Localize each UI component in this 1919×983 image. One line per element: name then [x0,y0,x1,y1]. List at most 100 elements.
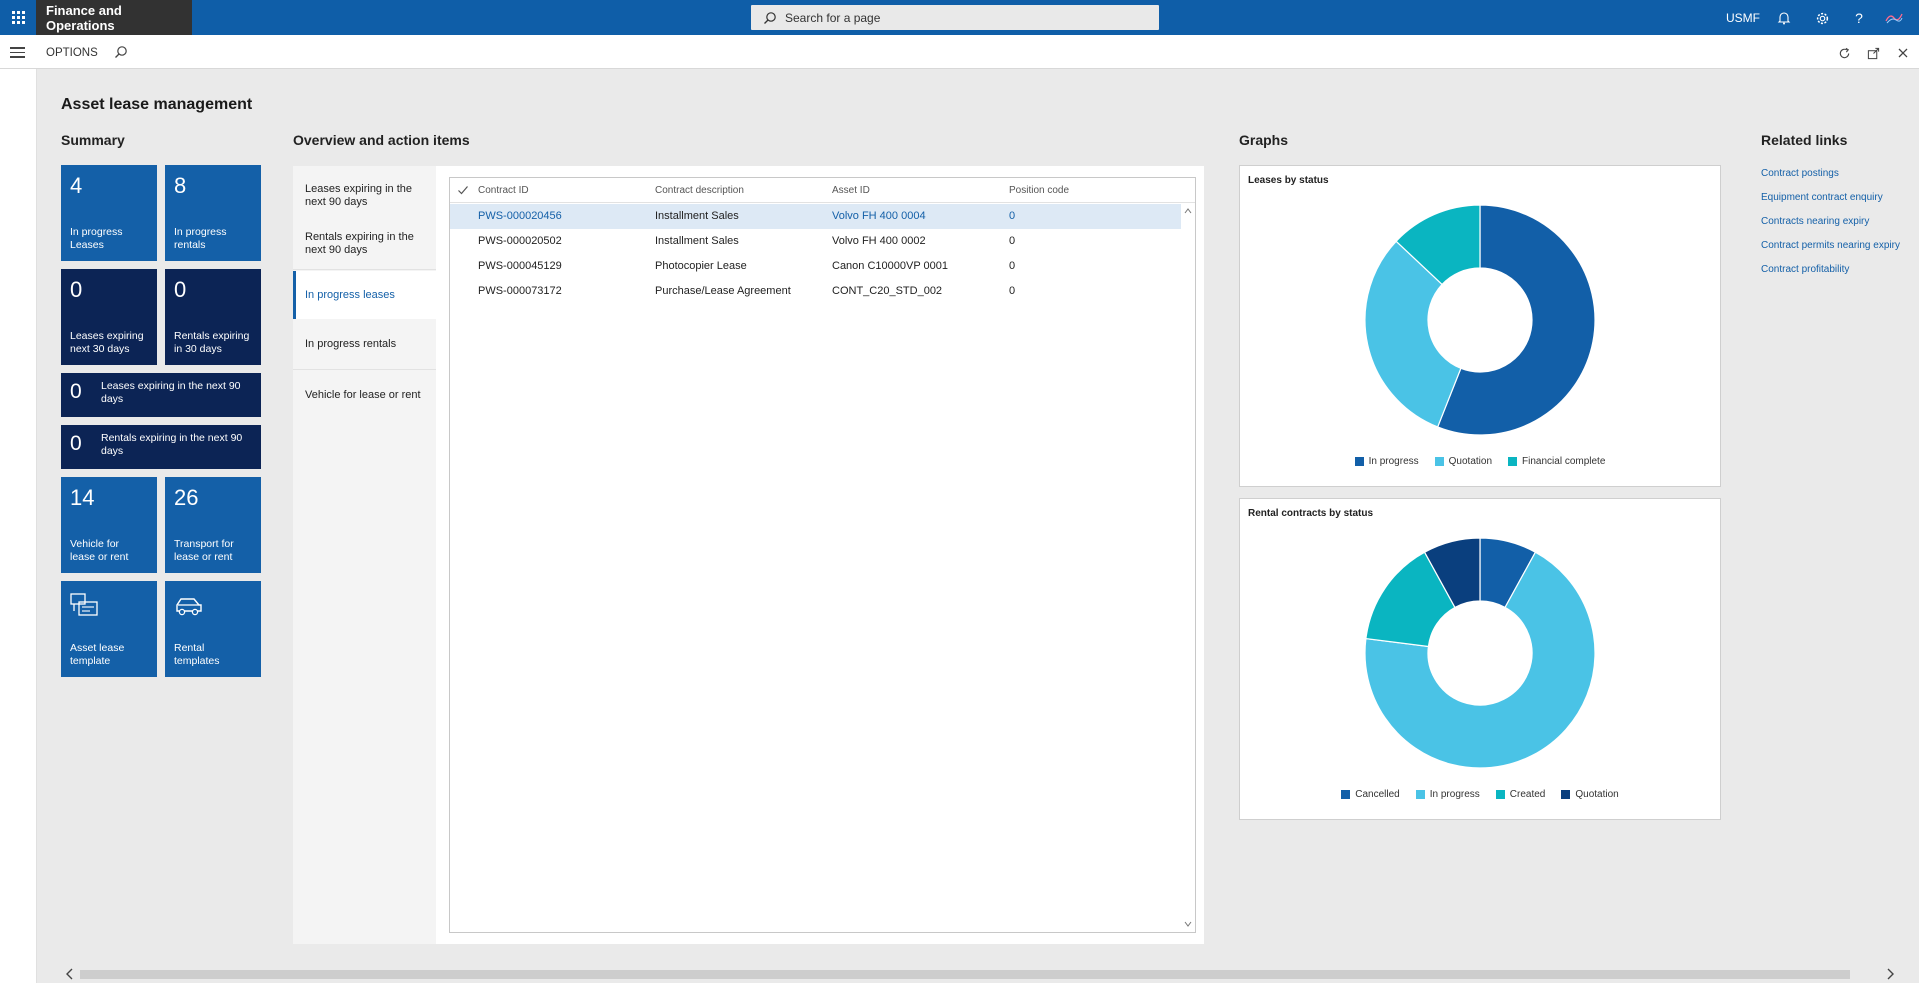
scrollbar-thumb[interactable] [80,970,1850,979]
contract-id-link[interactable]: PWS-000020456 [478,210,562,222]
scroll-up-icon[interactable] [1184,207,1192,215]
hamburger-menu-icon[interactable] [10,47,25,61]
tile-label: Leases expiring next 30 days [70,330,144,355]
legend-item: In progress [1415,789,1480,800]
tile-vehicle-for-lease[interactable]: 14 Vehicle for lease or rent [61,477,157,573]
legend-swatch [1415,790,1425,799]
legend-label: Quotation [1575,789,1619,800]
tile-in-progress-rentals[interactable]: 8 In progress rentals [165,165,261,261]
user-avatar-icon[interactable] [1885,9,1903,27]
tile-count: 26 [174,485,199,510]
grid-vertical-scrollbar[interactable] [1182,203,1194,932]
legend-item: Quotation [1561,789,1619,800]
legend-label: Quotation [1448,456,1493,467]
column-header-asset-id[interactable]: Asset ID [832,185,870,196]
tile-asset-lease-template[interactable]: Asset lease template [61,581,157,677]
contract-id-link[interactable]: PWS-000020502 [478,235,562,247]
overview-tab-list: Leases expiring in the next 90 days Rent… [293,166,436,944]
select-all-checkmark-icon[interactable] [457,184,469,196]
tile-leases-expiring-30[interactable]: 0 Leases expiring next 30 days [61,269,157,365]
position-code-cell: 0 [1009,260,1016,272]
scroll-right-icon[interactable] [1885,967,1895,981]
scroll-left-icon[interactable] [65,967,75,981]
asset-id-link[interactable]: Canon C10000VP 0001 [832,260,948,272]
tile-label: Rental templates [174,642,220,667]
tile-count: 0 [174,277,187,302]
legend-label: In progress [1368,456,1419,467]
column-header-contract-id[interactable]: Contract ID [478,185,529,196]
tab-rentals-expiring-90[interactable]: Rentals expiring in the next 90 days [293,218,436,270]
refresh-icon[interactable] [1836,45,1852,61]
navigation-pane-strip [0,69,37,983]
link-equipment-contract-enquiry[interactable]: Equipment contract enquiry [1761,192,1883,203]
search-placeholder: Search for a page [785,10,881,25]
tab-vehicle-for-lease[interactable]: Vehicle for lease or rent [293,371,436,419]
find-icon[interactable] [114,45,128,59]
tile-leases-expiring-90[interactable]: 0 Leases expiring in the next 90 days [61,373,261,417]
tile-transport-for-lease[interactable]: 26 Transport for lease or rent [165,477,261,573]
table-row[interactable]: PWS-000073172 Purchase/Lease Agreement C… [450,279,1181,304]
app-title[interactable]: Finance and Operations [36,0,192,35]
legend-label: Cancelled [1355,789,1400,800]
asset-id-link[interactable]: CONT_C20_STD_002 [832,285,942,297]
bell-icon[interactable] [1775,9,1793,27]
close-icon[interactable] [1895,45,1911,61]
legend-item: In progress [1354,456,1419,467]
contract-id-link[interactable]: PWS-000073172 [478,285,562,297]
legend-label: In progress [1429,789,1480,800]
link-contract-profitability[interactable]: Contract profitability [1761,264,1849,275]
tile-label: In progress rentals [174,226,227,251]
help-icon[interactable]: ? [1850,9,1868,27]
legend-label: Financial complete [1522,456,1606,467]
options-tab[interactable]: OPTIONS [46,47,98,59]
tab-in-progress-leases[interactable]: In progress leases [293,271,436,319]
gear-icon[interactable] [1813,9,1831,27]
table-row[interactable]: PWS-000020502 Installment Sales Volvo FH… [450,229,1181,254]
legend-label: Created [1509,789,1546,800]
contract-description-cell: Installment Sales [655,235,739,247]
legend-item: Financial complete [1508,456,1605,467]
tile-label: Vehicle for lease or rent [70,538,129,563]
contract-id-link[interactable]: PWS-000045129 [478,260,562,272]
page-horizontal-scrollbar[interactable] [61,967,1899,982]
rental-contracts-by-status-donut [1364,537,1596,769]
search-icon [764,11,776,24]
legend-swatch [1341,790,1351,799]
app-launcher-icon[interactable] [0,0,36,35]
chart-title: Rental contracts by status [1248,508,1374,519]
link-contracts-nearing-expiry[interactable]: Contracts nearing expiry [1761,216,1869,227]
summary-heading: Summary [61,132,125,148]
asset-id-link[interactable]: Volvo FH 400 0004 [832,210,926,222]
link-contract-postings[interactable]: Contract postings [1761,168,1839,179]
grid-header: Contract ID Contract description Asset I… [450,178,1195,203]
tile-count: 0 [70,380,82,403]
tile-rentals-expiring-30[interactable]: 0 Rentals expiring in 30 days [165,269,261,365]
tile-count: 0 [70,432,82,455]
tile-rental-templates[interactable]: Rental templates [165,581,261,677]
tile-count: 4 [70,173,83,198]
top-navigation-bar: Finance and Operations Search for a page… [0,0,1919,35]
tile-in-progress-leases[interactable]: 4 In progress Leases [61,165,157,261]
chart-legend: In progress Quotation Financial complete [1240,456,1720,467]
link-contract-permits-nearing-expiry[interactable]: Contract permits nearing expiry [1761,240,1900,251]
leases-grid: Contract ID Contract description Asset I… [449,177,1196,933]
table-row[interactable]: PWS-000020456 Installment Sales Volvo FH… [450,204,1181,229]
tile-label: In progress Leases [70,226,123,251]
asset-id-link[interactable]: Volvo FH 400 0002 [832,235,926,247]
column-header-position-code[interactable]: Position code [1009,185,1069,196]
overview-heading: Overview and action items [293,132,470,148]
company-selector[interactable]: USMF [1726,11,1760,25]
tab-in-progress-rentals[interactable]: In progress rentals [293,319,436,370]
chart-legend: Cancelled In progress Created Quotation [1240,789,1720,800]
open-new-window-icon[interactable] [1865,45,1881,61]
global-search-box[interactable]: Search for a page [751,5,1159,30]
tile-count: 8 [174,173,187,198]
tab-leases-expiring-90[interactable]: Leases expiring in the next 90 days [293,174,436,218]
position-code-cell: 0 [1009,235,1016,247]
related-links-heading: Related links [1761,132,1848,148]
table-row[interactable]: PWS-000045129 Photocopier Lease Canon C1… [450,254,1181,279]
tile-rentals-expiring-90[interactable]: 0 Rentals expiring in the next 90 days [61,425,261,469]
position-code-cell: 0 [1009,210,1016,222]
column-header-contract-description[interactable]: Contract description [655,185,744,196]
scroll-down-icon[interactable] [1184,920,1192,928]
